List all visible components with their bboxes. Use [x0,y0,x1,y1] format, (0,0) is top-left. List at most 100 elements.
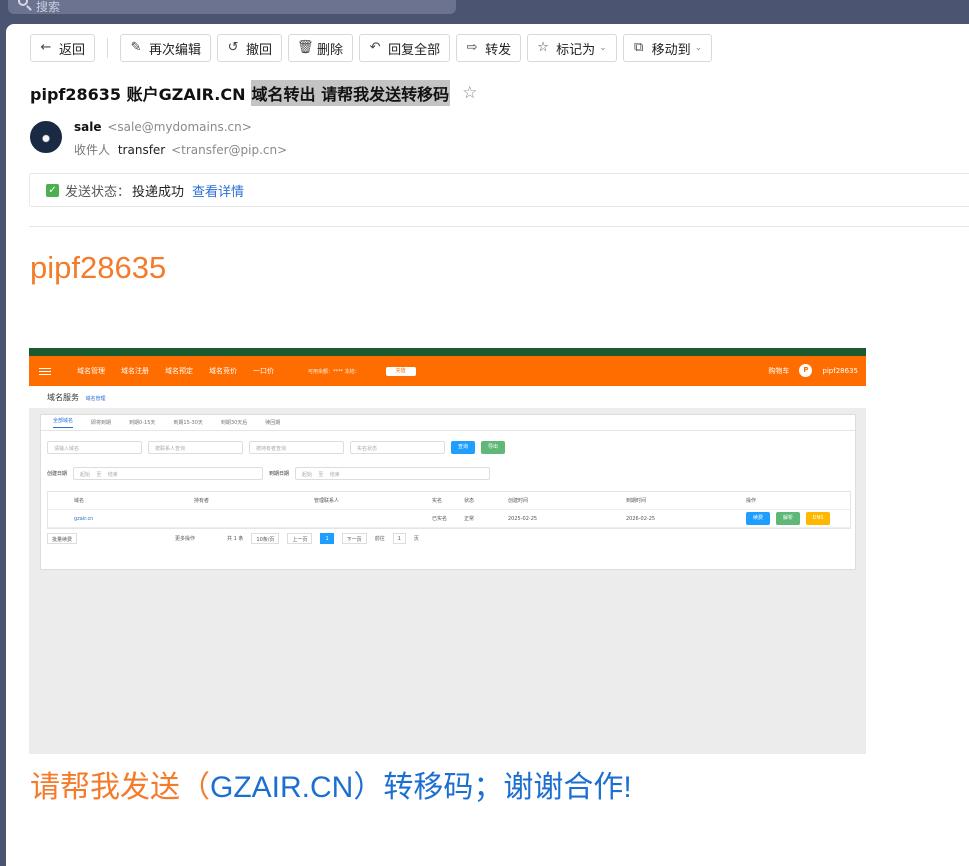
shot-range-end: 结束 [107,471,118,478]
shot-date-row: 创建日期 起始 至 结束 到期日期 起始 至 结束 [41,463,855,483]
search-input[interactable]: 搜索 [8,0,456,14]
shot-domain: gzair.cn [74,515,94,522]
folder-move-icon: ⧉ [634,40,644,55]
recipient-name[interactable]: transfer [118,143,165,157]
star-icon[interactable]: ☆ [462,83,477,103]
shot-col: 状态 [464,498,475,504]
mark-as-dropdown[interactable]: ☆ 标记为 ⌄ [527,34,617,62]
shot-col: 实名 [432,498,443,504]
shot-tab: 到期0-15天 [129,420,156,426]
shot-created-label: 创建日期 [47,470,68,477]
shot-avatar: P [799,364,813,377]
closing-line: 请帮我发送（GZAIR.CN）转移码；谢谢合作! [30,762,632,806]
shot-created-range: 起始 至 结束 [73,466,264,480]
shot-page: 1 [320,533,334,544]
search-icon [18,0,28,6]
shot-pager: 批量续费 更多操作 共 1 条 10条/页 上一页 1 下一页 前往 1 页 [47,533,855,544]
recall-label: 撤回 [246,42,273,58]
delivery-status: ✓ 发送状态： 投递成功 查看详情 [29,173,969,207]
closing-part2: ）转移码；谢谢合作! [353,771,632,804]
shot-range-end: 结束 [329,471,340,478]
shot-goto: 前往 [374,536,385,542]
shot-nav-item: 域名竞价 [209,367,237,375]
shot-tab: 即将到期 [91,420,112,426]
embedded-screenshot: 域名管理 域名注册 域名预定 域名竞价 一口价 可用余额：**** 冻结： 充值… [29,348,866,754]
shot-state: 正常 [464,516,475,522]
status-label: 发送状态： [65,184,131,200]
shot-dns-button: DNS [806,512,830,525]
search-placeholder: 搜索 [36,0,61,14]
shot-recharge-button: 充值 [385,366,416,376]
shot-page-unit: 页 [413,536,419,542]
move-to-label: 移动到 [651,42,691,58]
delete-button[interactable]: 🗑 删除 [288,34,354,62]
mark-as-label: 标记为 [556,42,596,58]
shot-col: 域名 [74,498,85,504]
edit-again-label: 再次编辑 [149,42,202,58]
closing-domain: GZAIR.CN [210,771,354,804]
subject-prefix: pipf28635 账户GZAIR.CN [30,85,246,104]
shot-cart: 购物车 [768,366,790,375]
chevron-down-icon: ⌄ [694,43,703,53]
status-details-link[interactable]: 查看详情 [192,181,244,200]
move-to-dropdown[interactable]: ⧉ 移动到 ⌄ [622,34,713,62]
avatar[interactable] [30,121,62,153]
toolbar-divider [107,38,109,58]
edit-again-button[interactable]: ✎ 再次编辑 [120,34,212,62]
shot-export-button: 导出 [481,440,505,454]
recall-icon: ↺ [227,40,239,55]
shot-prev: 上一页 [287,533,313,544]
shot-tab: 到期15-30天 [173,420,203,426]
sender-line: sale <sale@mydomains.cn> [74,120,252,134]
shot-col: 持有者 [194,498,210,504]
shot-filter-input: 请输入域名 [47,440,142,454]
shot-crumb-title: 域名服务 [47,393,79,402]
star-icon: ☆ [537,40,549,55]
shot-range-to: 至 [318,471,324,478]
edit-icon: ✎ [130,40,142,55]
shot-tabs: 全部域名 即将到期 到期0-15天 到期15-30天 到期30天后 赎回期 [41,415,855,431]
shot-tab: 到期30天后 [220,420,248,426]
check-icon: ✓ [46,183,59,197]
recipient-address: <transfer@pip.cn> [171,143,288,157]
shot-balance: 可用余额：**** 冻结： [308,368,360,375]
shot-more-ops: 更多操作 [175,536,196,542]
shot-tab: 全部域名 [53,417,74,428]
sender-name[interactable]: sale [74,120,102,134]
shot-range-start: 起始 [80,471,91,478]
shot-card: 全部域名 即将到期 到期0-15天 到期15-30天 到期30天后 赎回期 请输… [40,414,856,570]
shot-table-row: gzair.cn 已实名 正常 2025-02-25 2026-02-25 续费… [48,510,850,528]
arrow-left-icon: ← [40,40,52,55]
shot-nav-item: 域名预定 [165,367,193,375]
subject-highlight: 域名转出 请帮我发送转移码 [250,80,451,106]
back-button[interactable]: ← 返回 [30,34,96,62]
menu-icon [39,366,51,377]
top-bar: 搜索 [0,0,969,24]
shot-query-button: 查询 [451,440,475,454]
shot-filter-select: 实名状态 [350,440,445,454]
shot-nav-item: 一口价 [253,367,274,375]
reply-all-button[interactable]: ↶ 回复全部 [359,34,451,62]
shot-batch-button: 批量续费 [47,533,78,544]
shot-per-page: 10条/页 [251,533,280,544]
mail-toolbar: ← 返回 ✎ 再次编辑 ↺ 撤回 🗑 删除 ↶ 回复全部 ⇨ 转发 ☆ 标记为 … [30,34,713,62]
forward-button[interactable]: ⇨ 转发 [456,34,522,62]
body-heading: pipf28635 [30,250,167,285]
shot-username: pipf28635 [822,366,858,375]
shot-range-to: 至 [96,471,102,478]
shot-table: 域名 持有者 管理联系人 实名 状态 创建时间 到期时间 操作 gzair.cn… [47,491,851,529]
closing-part1: 请帮我发送（ [30,771,210,804]
status-value: 投递成功 [132,184,185,200]
shot-goto-page: 1 [392,533,406,544]
shot-filter-input: 按持有者查询 [249,440,344,454]
chevron-down-icon: ⌄ [599,43,607,53]
shot-realname: 已实名 [432,516,448,522]
shot-crumb-sub: 域名管理 [85,396,106,402]
reply-all-label: 回复全部 [388,42,441,58]
trash-icon: 🗑 [297,40,314,55]
shot-filter-row: 请输入域名 按联系人查询 按持有者查询 实名状态 查询 导出 [41,437,855,457]
mail-reader-panel: ← 返回 ✎ 再次编辑 ↺ 撤回 🗑 删除 ↶ 回复全部 ⇨ 转发 ☆ 标记为 … [6,24,969,866]
shot-total: 共 1 条 [227,536,244,542]
shot-tab: 赎回期 [265,420,281,426]
recall-button[interactable]: ↺ 撤回 [217,34,283,62]
